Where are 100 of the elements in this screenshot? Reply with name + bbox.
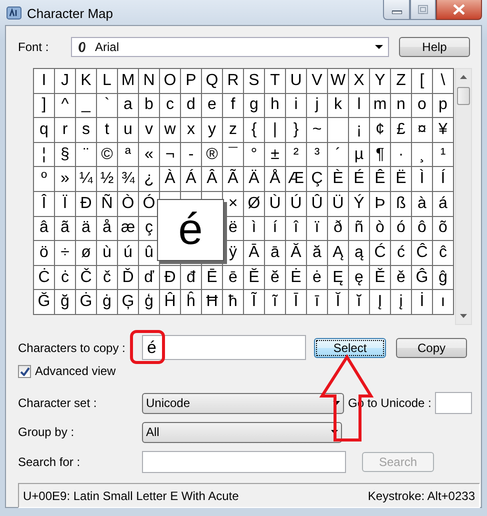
character-cell[interactable]: Â (202, 167, 223, 192)
character-cell[interactable]: ę (349, 266, 370, 290)
character-cell[interactable]: ¢ (370, 118, 391, 143)
go-to-unicode-field[interactable] (435, 392, 472, 414)
character-cell[interactable]: z (223, 118, 244, 143)
character-cell[interactable]: ô (412, 216, 433, 242)
copy-button[interactable]: Copy (396, 338, 467, 358)
character-cell[interactable]: w (160, 118, 181, 143)
character-cell[interactable]: đ (181, 266, 202, 290)
character-cell[interactable]: V (307, 69, 328, 94)
character-cell[interactable]: m (370, 94, 391, 118)
character-cell[interactable]: ĩ (265, 290, 286, 315)
character-cell[interactable]: Ý (349, 192, 370, 217)
character-cell[interactable]: ĉ (433, 241, 454, 266)
character-cell[interactable]: Î (34, 192, 55, 217)
character-cell[interactable]: ¹ (433, 142, 454, 168)
character-cell[interactable]: y (202, 118, 223, 143)
character-cell[interactable]: ĥ (181, 290, 202, 315)
character-cell[interactable]: í (265, 216, 286, 242)
character-cell[interactable]: L (97, 69, 118, 94)
character-cell[interactable]: æ (118, 216, 139, 242)
character-cell[interactable]: x (181, 118, 202, 143)
character-cell[interactable]: Ĭ (328, 290, 349, 315)
character-cell[interactable]: ø (76, 241, 97, 266)
character-cell[interactable]: ĭ (349, 290, 370, 315)
character-cell[interactable]: Û (307, 192, 328, 217)
character-cell[interactable]: c (160, 94, 181, 118)
minimize-button[interactable] (383, 0, 410, 20)
character-cell[interactable]: Ã (223, 167, 244, 192)
character-cell[interactable]: - (181, 142, 202, 168)
character-cell[interactable]: K (76, 69, 97, 94)
character-cell[interactable]: ð (328, 216, 349, 242)
character-cell[interactable]: ğ (55, 290, 76, 315)
help-button[interactable]: Help (399, 37, 470, 57)
character-cell[interactable]: È (328, 167, 349, 192)
character-cell[interactable]: į (391, 290, 412, 315)
character-cell[interactable]: ¶ (370, 142, 391, 168)
character-cell[interactable]: µ (349, 142, 370, 168)
character-cell[interactable]: Ħ (202, 290, 223, 315)
character-cell[interactable]: ġ (97, 290, 118, 315)
character-cell[interactable]: ħ (223, 290, 244, 315)
character-cell[interactable]: Ï (55, 192, 76, 217)
scroll-up-icon[interactable] (460, 75, 467, 79)
character-cell[interactable]: ï (307, 216, 328, 242)
character-cell[interactable]: ě (391, 266, 412, 290)
character-cell[interactable]: č (97, 266, 118, 290)
character-cell[interactable]: { (244, 118, 265, 143)
character-cell[interactable]: å (97, 216, 118, 242)
character-cell[interactable]: » (55, 167, 76, 192)
character-cell[interactable]: d (181, 94, 202, 118)
character-cell[interactable]: İ (412, 290, 433, 315)
character-cell[interactable]: o (412, 94, 433, 118)
character-cell[interactable]: Z (391, 69, 412, 94)
scrollbar[interactable] (455, 68, 472, 325)
character-cell[interactable]: e (202, 94, 223, 118)
character-cell[interactable]: Ú (286, 192, 307, 217)
character-cell[interactable] (328, 118, 349, 143)
character-cell[interactable]: ½ (97, 167, 118, 192)
character-cell[interactable]: r (55, 118, 76, 143)
character-cell[interactable]: Ċ (34, 266, 55, 290)
character-cell[interactable]: Đ (160, 266, 181, 290)
character-cell[interactable]: Ù (265, 192, 286, 217)
character-cell[interactable]: P (181, 69, 202, 94)
character-cell[interactable]: ú (118, 241, 139, 266)
character-cell[interactable]: ³ (307, 142, 328, 168)
character-cell[interactable]: W (328, 69, 349, 94)
search-field[interactable] (142, 451, 346, 473)
character-cell[interactable]: O (160, 69, 181, 94)
character-cell[interactable]: \ (433, 69, 454, 94)
character-cell[interactable]: U (286, 69, 307, 94)
character-cell[interactable]: á (433, 192, 454, 217)
group-by-dropdown[interactable]: All (142, 422, 342, 442)
character-cell[interactable]: ã (55, 216, 76, 242)
character-cell[interactable]: º (34, 167, 55, 192)
character-cell[interactable]: Ì (412, 167, 433, 192)
character-cell[interactable]: Ď (118, 266, 139, 290)
advanced-view-checkbox[interactable] (18, 364, 31, 378)
character-cell[interactable]: À (160, 167, 181, 192)
character-cell[interactable]: Q (202, 69, 223, 94)
character-cell[interactable]: ¸ (412, 142, 433, 168)
character-cell[interactable]: Ć (370, 241, 391, 266)
character-cell[interactable]: ¯ (223, 142, 244, 168)
character-cell[interactable]: Ð (76, 192, 97, 217)
character-cell[interactable]: ¿ (139, 167, 160, 192)
character-cell[interactable]: Ģ (118, 290, 139, 315)
character-cell[interactable]: ¨ (76, 142, 97, 168)
character-cell[interactable]: â (34, 216, 55, 242)
character-cell[interactable]: § (55, 142, 76, 168)
character-cell[interactable]: j (307, 94, 328, 118)
select-button[interactable]: Select (314, 338, 386, 358)
character-cell[interactable]: } (286, 118, 307, 143)
character-cell[interactable]: | (265, 118, 286, 143)
character-cell[interactable]: ¡ (349, 118, 370, 143)
character-cell[interactable]: ď (139, 266, 160, 290)
character-cell[interactable]: Å (265, 167, 286, 192)
character-cell[interactable]: Ä (244, 167, 265, 192)
character-cell[interactable]: Ë (391, 167, 412, 192)
character-cell[interactable]: ì (244, 216, 265, 242)
character-cell[interactable]: ñ (349, 216, 370, 242)
character-cell[interactable]: à (412, 192, 433, 217)
